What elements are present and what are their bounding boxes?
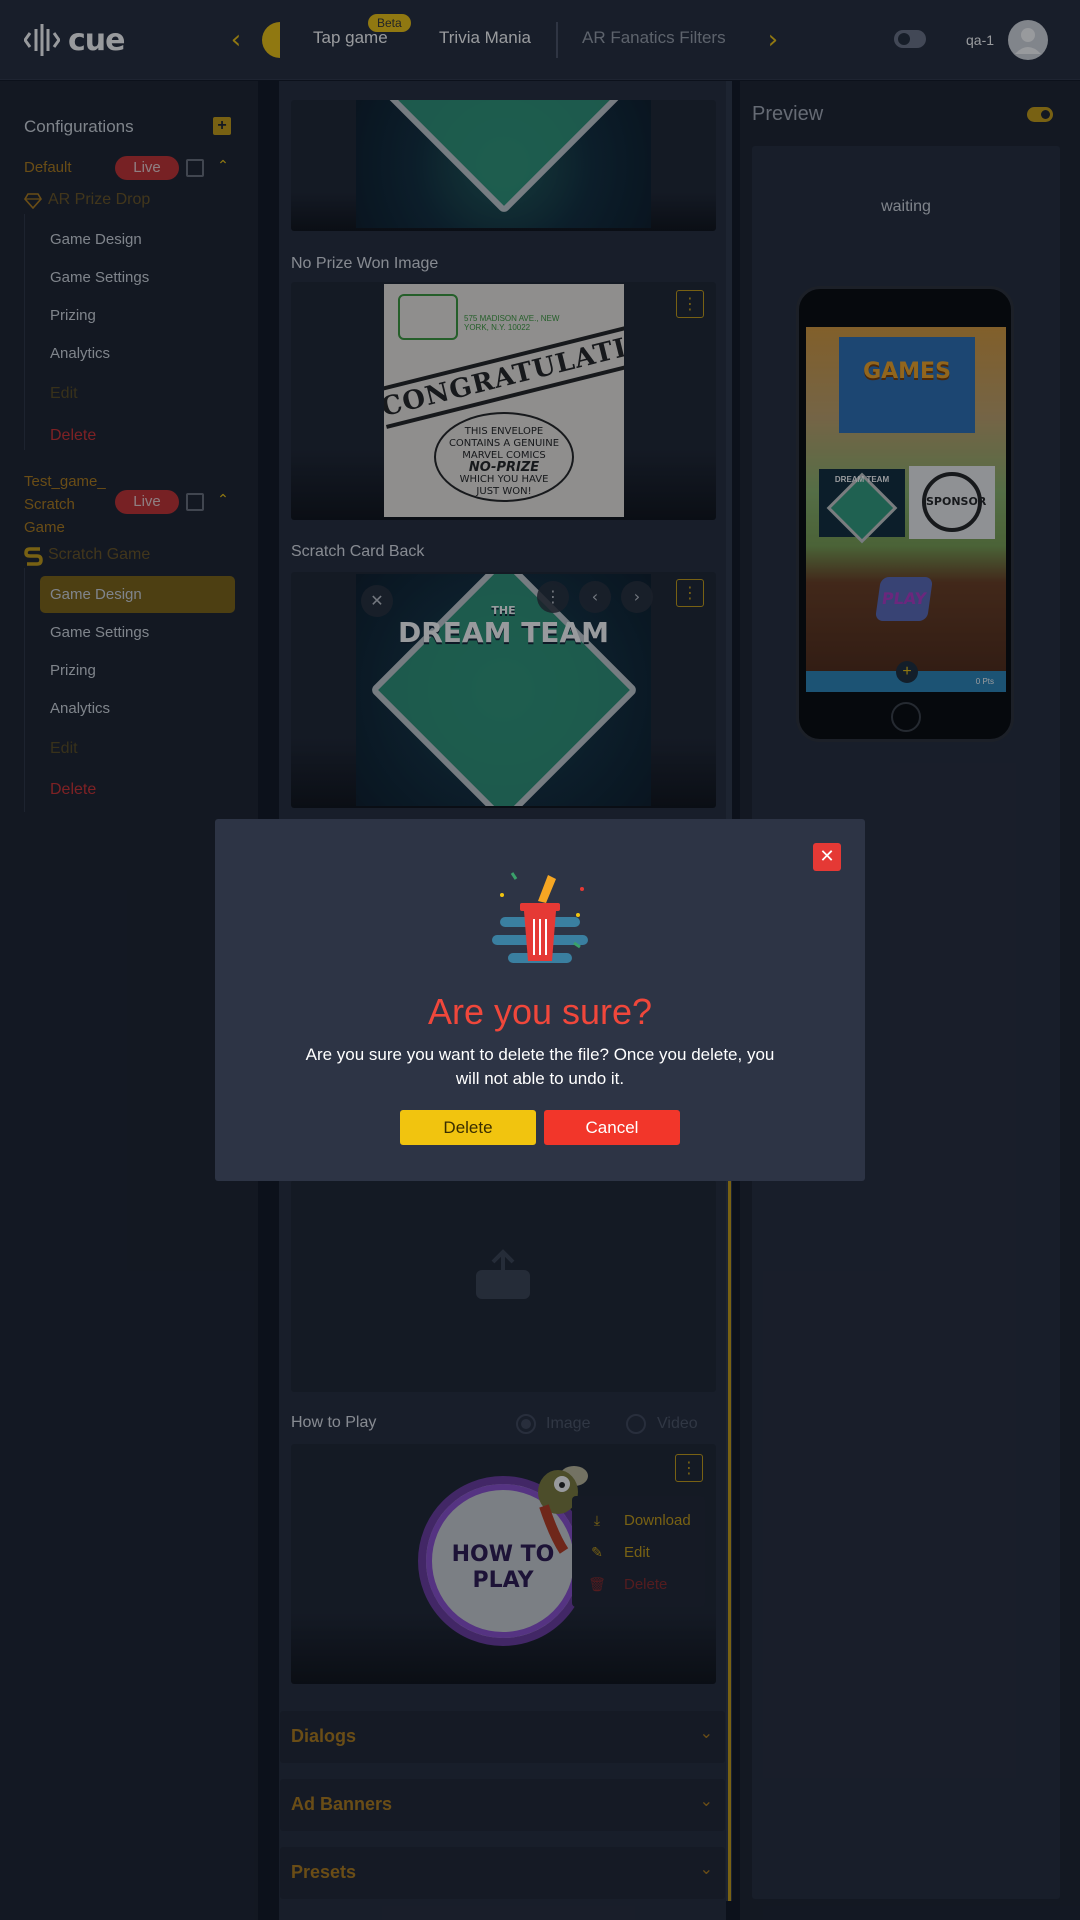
- trash-illustration-icon: [492, 872, 588, 963]
- dialog-message: Are you sure you want to delete the file…: [305, 1045, 775, 1088]
- dialog-title: Are you sure?: [427, 991, 653, 1032]
- cancel-button[interactable]: Cancel: [544, 1110, 680, 1145]
- confirm-delete-dialog: ✕ Are you sure? Are you sure you want to…: [215, 819, 865, 1181]
- confirm-delete-button[interactable]: Delete: [400, 1110, 536, 1145]
- close-icon[interactable]: ✕: [813, 843, 841, 871]
